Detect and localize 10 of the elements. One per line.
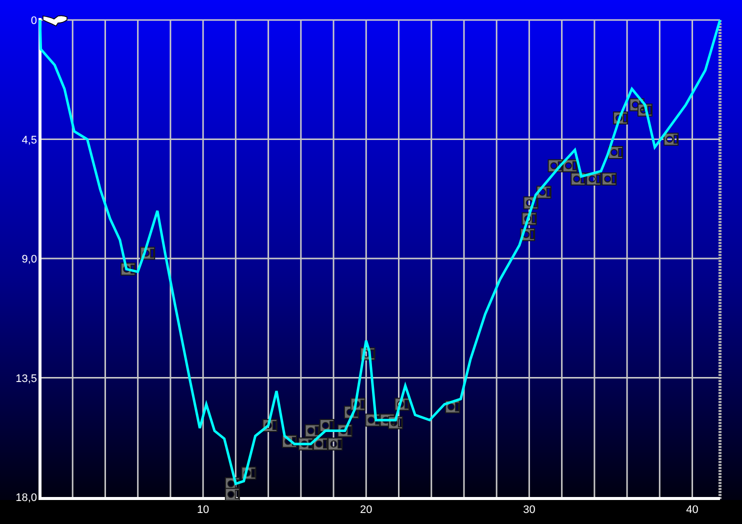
axis-tick-label: 18,0: [16, 492, 37, 504]
axis-tick-label: 40: [686, 504, 698, 516]
axis-tick-label: 0: [30, 15, 37, 27]
axis-tick-label: 4,5: [22, 134, 37, 146]
axis-tick-label: 20: [360, 504, 372, 516]
axis-tick-label: 13,5: [16, 372, 37, 385]
axis-tick-label: 10: [196, 504, 210, 516]
axis-tick-label: 9,0: [22, 254, 37, 266]
diver-icon: [42, 15, 68, 26]
axis-tick-label: 30: [523, 504, 536, 516]
